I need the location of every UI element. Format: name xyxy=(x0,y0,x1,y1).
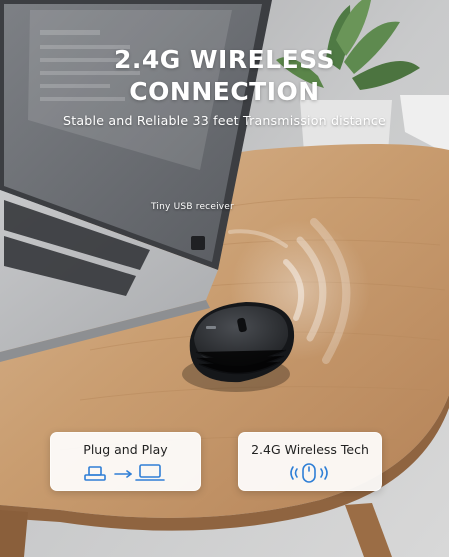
subtitle: Stable and Reliable 33 feet Transmission… xyxy=(63,113,386,128)
wireless-tech-badge: 2.4G Wireless Tech xyxy=(238,432,382,491)
plug-and-play-label: Plug and Play xyxy=(83,442,168,457)
wireless-mouse-icon xyxy=(290,463,328,483)
arrow-right-icon xyxy=(114,470,132,478)
plug-and-play-icons xyxy=(84,464,165,481)
laptop-icon xyxy=(135,464,165,481)
headline-line-1: 2.4G WIRELESS xyxy=(113,45,336,74)
usb-receiver xyxy=(191,236,205,250)
usb-receiver-icon xyxy=(84,466,106,481)
headline-line-2: CONNECTION xyxy=(129,77,320,106)
plug-and-play-badge: Plug and Play xyxy=(50,432,201,491)
usb-receiver-callout: Tiny USB receiver xyxy=(151,202,234,212)
wireless-tech-label: 2.4G Wireless Tech xyxy=(251,442,369,457)
product-banner: 2.4G WIRELESS CONNECTION Stable and Reli… xyxy=(0,0,449,557)
